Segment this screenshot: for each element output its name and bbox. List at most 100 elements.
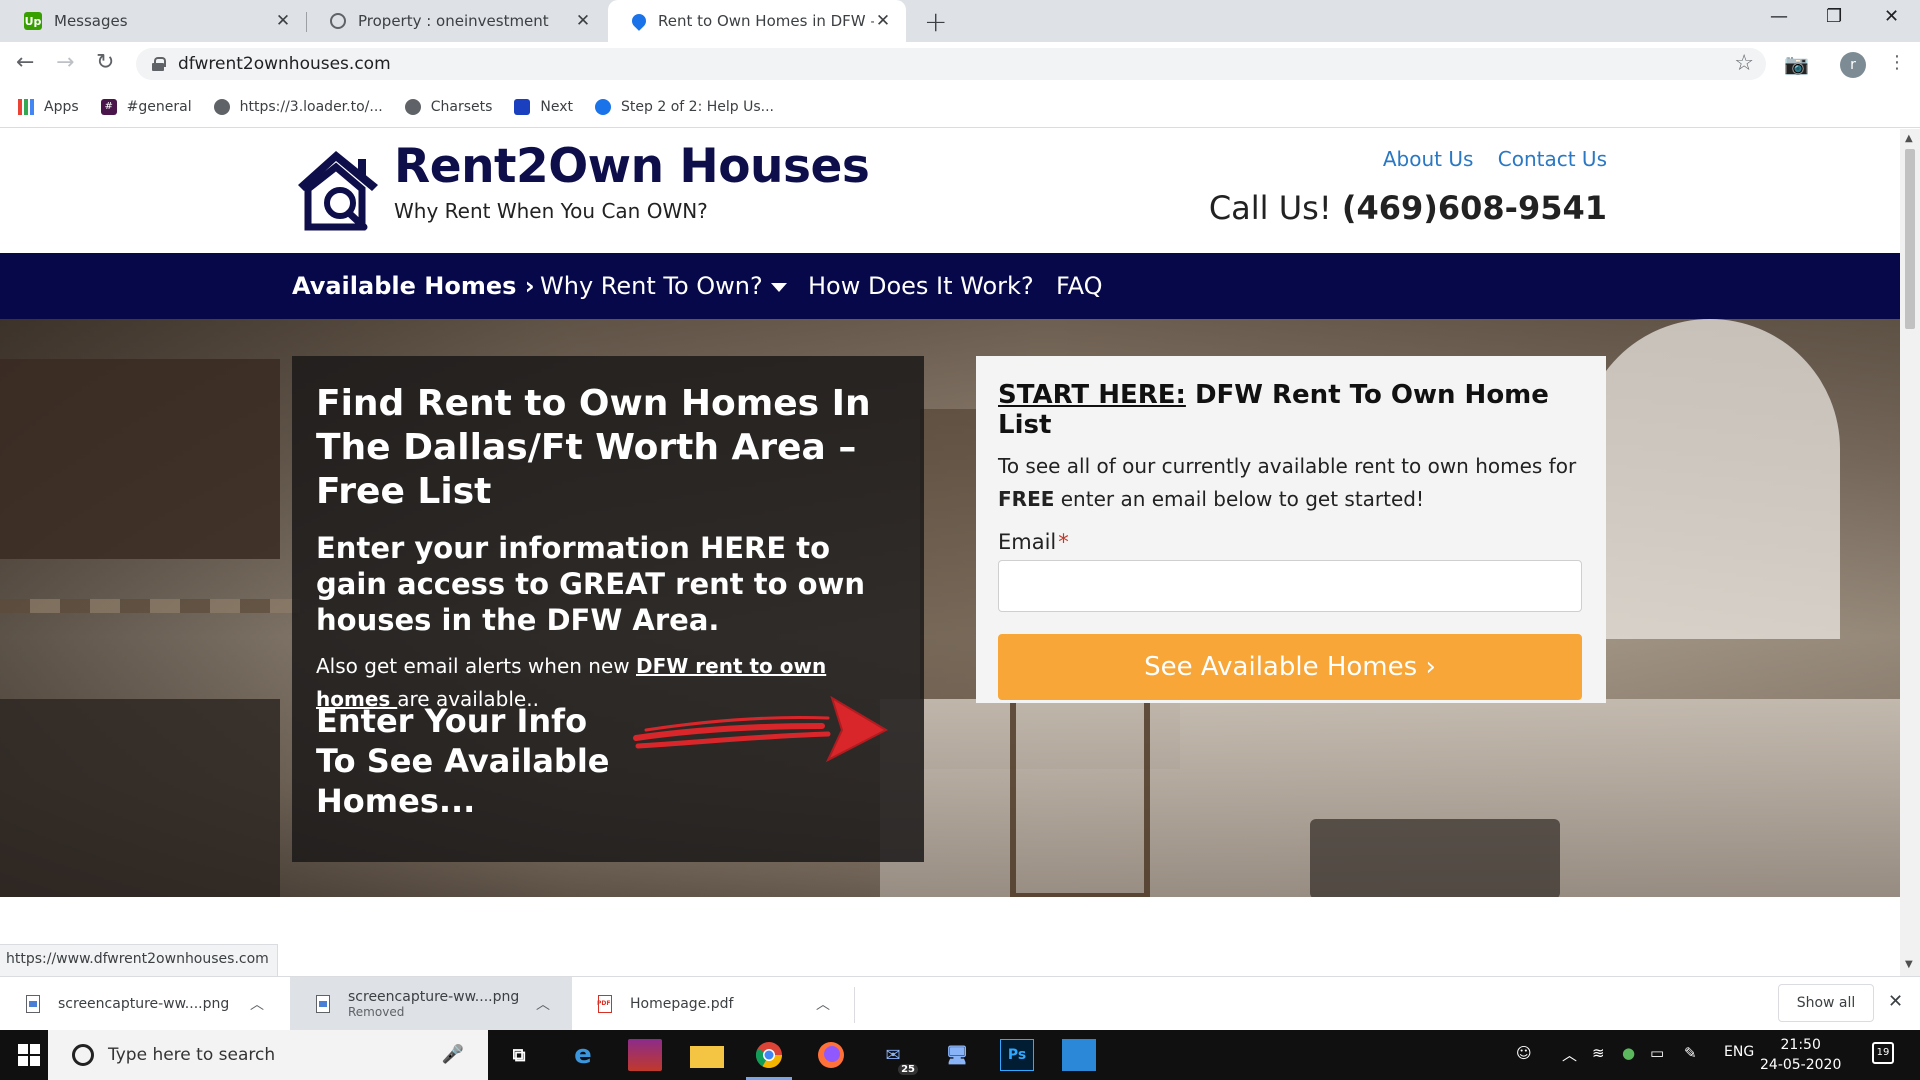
restore-icon[interactable]: ❐ [1826,6,1842,27]
security-icon[interactable]: ● [1622,1044,1635,1062]
brand-name[interactable]: Rent2Own Houses [394,139,870,194]
nav-faq[interactable]: FAQ [1056,272,1103,300]
avatar[interactable]: r [1840,52,1866,78]
globe-icon [404,98,421,115]
forward-icon[interactable]: → [56,50,74,75]
tab-strip: Up Messages ✕ Property : oneinvestment ✕… [0,0,1920,42]
globe-icon [213,98,230,115]
download-name: screencapture-ww....png [348,989,520,1005]
browser-toolbar: ← → ↻ dfwrent2ownhouses.com ☆ 📷 r ⋮ [0,42,1920,86]
tab-property[interactable]: Property : oneinvestment ✕ [306,0,606,42]
scrollbar-thumb[interactable] [1905,149,1915,329]
tagline: Why Rent When You Can OWN? [394,199,708,223]
tab-messages[interactable]: Up Messages ✕ [0,0,306,42]
bookmark-apps[interactable]: Apps [18,98,79,115]
chevron-down-icon [770,282,787,292]
menu-icon[interactable]: ⋮ [1888,52,1906,73]
firefox-icon[interactable] [814,1039,848,1071]
winrar-icon[interactable] [628,1039,662,1071]
close-window-icon[interactable]: ✕ [1884,6,1899,27]
lock-icon [152,57,166,71]
photoshop-icon[interactable]: Ps [1000,1039,1034,1071]
wifi-icon[interactable]: ≋ [1592,1044,1605,1062]
address-bar[interactable]: dfwrent2ownhouses.com ☆ [136,48,1766,80]
notifications-icon[interactable]: 19 [1872,1042,1894,1064]
nav-available-homes[interactable]: Available Homes › [292,272,535,300]
photos-icon[interactable] [1062,1039,1096,1071]
about-us-link[interactable]: About Us [1383,147,1474,171]
download-status: Removed [348,1005,405,1019]
email-field[interactable] [998,560,1582,612]
required-mark: * [1058,530,1069,554]
bookmark-loader[interactable]: https://3.loader.to/... [213,98,383,115]
camera-icon[interactable]: 📷 [1784,52,1809,76]
date: 24-05-2020 [1760,1057,1842,1073]
contact-us-link[interactable]: Contact Us [1498,147,1607,171]
time: 21:50 [1780,1037,1821,1053]
people-icon[interactable]: ☺ [1516,1044,1532,1062]
nav-why-rent-to-own[interactable]: Why Rent To Own? [540,272,787,300]
close-icon[interactable]: ✕ [874,11,892,31]
bookmark-label: https://3.loader.to/... [239,98,383,115]
download-item[interactable]: screencapture-ww....png Removed ︿ [290,977,572,1031]
bookmark-label: Step 2 of 2: Help Us... [621,98,775,115]
phone-number[interactable]: (469)608-9541 [1342,189,1607,227]
close-icon[interactable]: ✕ [274,11,292,31]
form-description: To see all of our currently available re… [998,454,1577,511]
file-explorer-icon[interactable] [690,1046,724,1068]
reload-icon[interactable]: ↻ [96,50,114,75]
mail-icon[interactable]: ✉ 25 [876,1039,918,1075]
page-viewport: Rent2Own Houses Why Rent When You Can OW… [0,129,1900,976]
scroll-down-icon[interactable]: ▼ [1905,959,1913,970]
nav-how-it-works[interactable]: How Does It Work? [808,272,1034,300]
bookmark-step2[interactable]: Step 2 of 2: Help Us... [595,98,775,115]
close-icon[interactable]: ✕ [574,11,592,31]
show-all-button[interactable]: Show all [1778,984,1874,1022]
battery-icon[interactable]: ▭ [1650,1044,1664,1062]
taskbar-search[interactable]: Type here to search 🎤 [48,1030,488,1080]
edge-icon[interactable]: e [566,1039,600,1071]
chevron-up-icon[interactable]: ︿ [536,994,550,1014]
background-window [1580,319,1840,639]
back-icon[interactable]: ← [16,50,34,75]
red-arrow-icon [633,695,889,763]
email-label: Email* [998,530,1069,554]
bookmark-general[interactable]: # #general [100,98,192,115]
pen-icon[interactable]: ✎ [1684,1044,1697,1062]
bookmark-charsets[interactable]: Charsets [404,98,492,115]
bookmark-next[interactable]: Next [514,98,573,115]
see-available-homes-button[interactable]: See Available Homes › [998,634,1582,700]
scroll-up-icon[interactable]: ▲ [1905,133,1913,144]
house-logo-icon [298,151,378,231]
page-scrollbar[interactable]: ▲ ▼ [1900,129,1920,976]
download-item[interactable]: Homepage.pdf ︿ [572,977,852,1031]
divider [854,987,855,1023]
image-file-icon [316,995,330,1013]
language-indicator[interactable]: ENG [1724,1044,1754,1060]
new-tab-button[interactable]: + [924,5,947,38]
minimize-icon[interactable]: — [1770,6,1788,27]
url-text: dfwrent2ownhouses.com [178,54,391,74]
chevron-up-icon[interactable]: ︿ [250,994,264,1014]
tab-rent-to-own[interactable]: Rent to Own Homes in DFW – Re ✕ [608,0,906,42]
bookmark-star-icon[interactable]: ☆ [1734,51,1754,76]
slack-icon: # [100,98,117,115]
mail-badge: 25 [898,1064,918,1075]
location-icon [595,98,612,115]
bookmarks-bar: Apps # #general https://3.loader.to/... … [0,86,1920,128]
app-icon [514,98,531,115]
clock[interactable]: 21:50 24-05-2020 [1760,1035,1841,1075]
image-file-icon [26,995,40,1013]
background-stove [0,699,280,897]
chevron-up-icon[interactable]: ︿ [816,994,830,1014]
download-name: screencapture-ww....png [58,996,230,1012]
microphone-icon[interactable]: 🎤 [442,1044,464,1065]
remote-desktop-icon[interactable]: 🖥 [940,1039,974,1071]
close-icon[interactable]: ✕ [1888,991,1903,1012]
windows-start-icon[interactable] [18,1044,40,1066]
call-label: Call Us! [1208,189,1332,227]
chevron-up-icon[interactable]: ︿ [1562,1044,1577,1065]
task-view-icon[interactable]: ⧉ [502,1039,536,1071]
chrome-icon[interactable] [746,1039,792,1080]
download-item[interactable]: screencapture-ww....png ︿ [0,977,286,1031]
